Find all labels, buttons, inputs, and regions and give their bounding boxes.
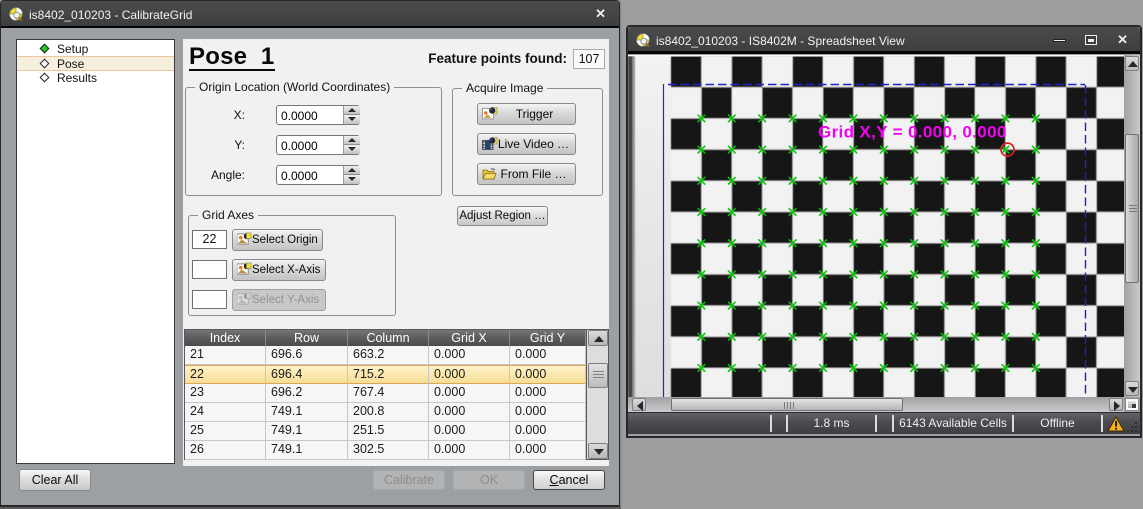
svg-text:Grid X,Y = 0.000, 0.000: Grid X,Y = 0.000, 0.000 [818,123,1007,142]
